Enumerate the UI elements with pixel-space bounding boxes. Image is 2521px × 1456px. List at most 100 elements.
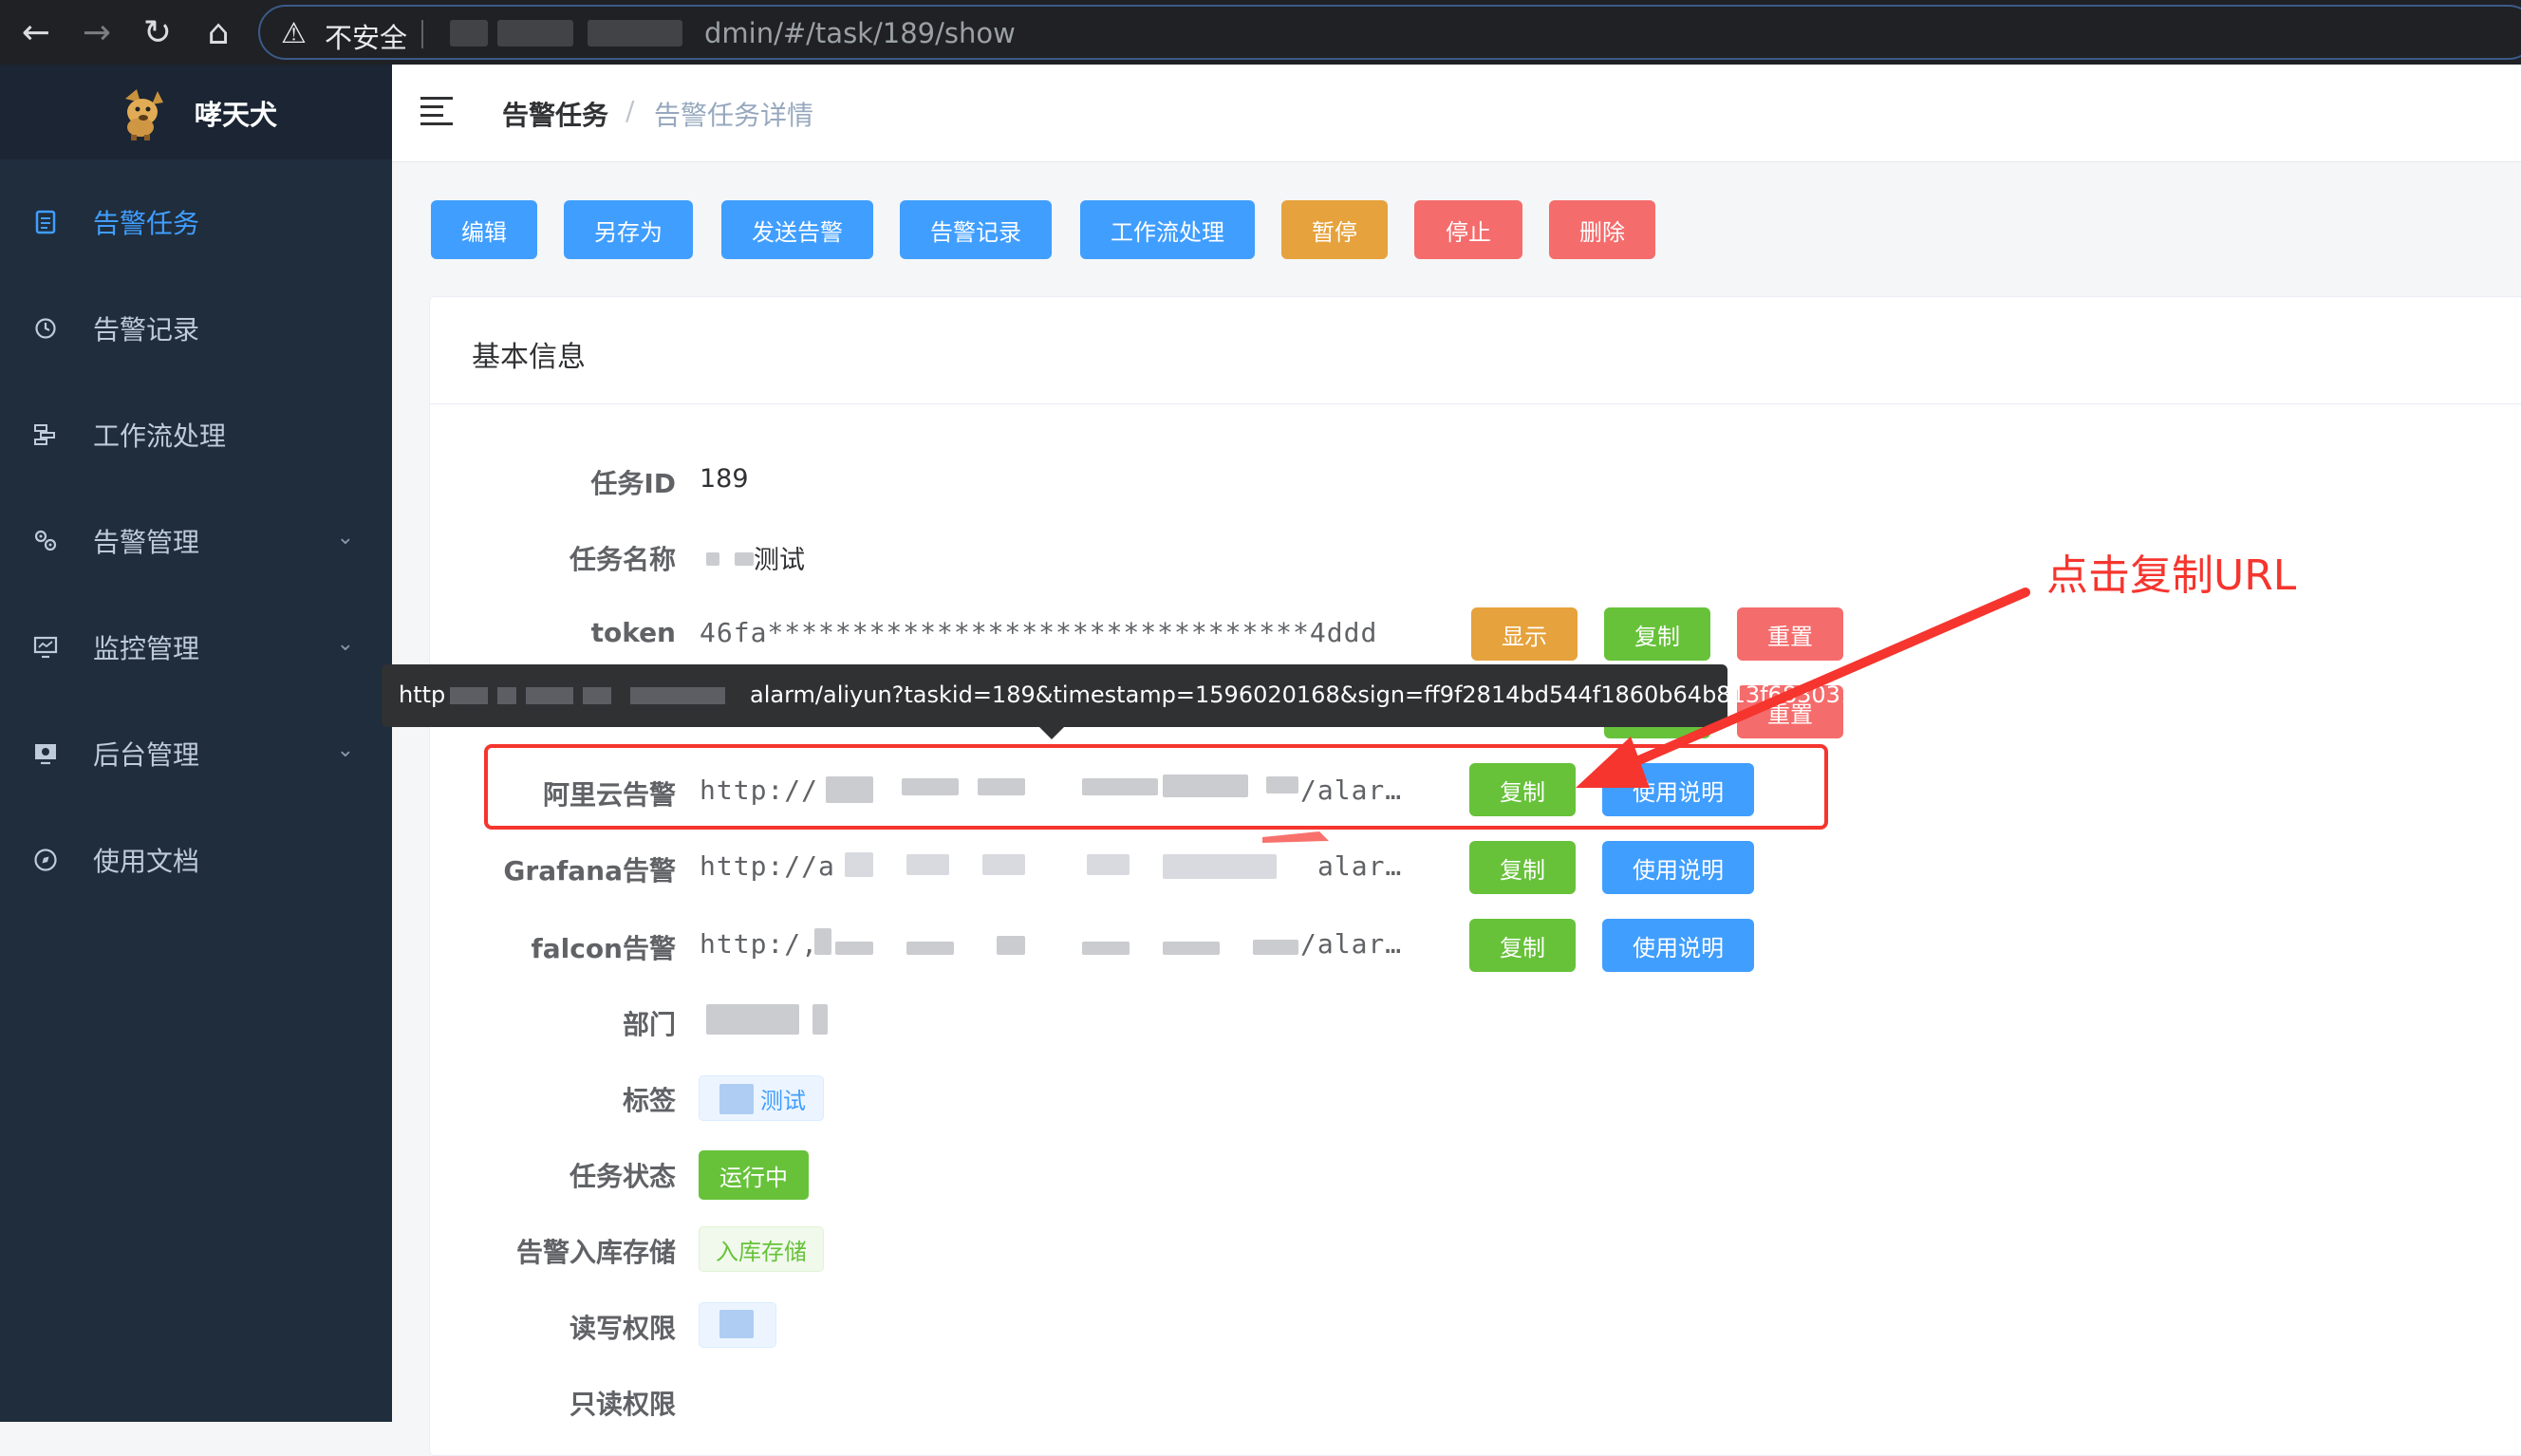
url-tooltip: http alarm/aliyun?taskid=189&timestamp=1… (382, 664, 1855, 727)
edit-button[interactable]: 编辑 (431, 200, 537, 259)
token-label: token (590, 617, 676, 648)
redacted-url (906, 854, 949, 875)
delete-button[interactable]: 删除 (1549, 200, 1655, 259)
highlight-box (484, 744, 1828, 830)
omnibox-divider (421, 20, 423, 48)
redacted-url (835, 942, 873, 955)
storage-badge: 入库存储 (699, 1226, 824, 1272)
menu-toggle-icon[interactable] (420, 97, 453, 125)
department-label: 部门 (622, 1009, 676, 1040)
grafana-url-prefix: http://a (700, 850, 835, 882)
tag-label: 标签 (622, 1085, 676, 1116)
task-status-label: 任务状态 (569, 1161, 676, 1192)
redacted-url (630, 687, 725, 704)
task-id-value: 189 (700, 464, 749, 494)
redacted-tag (719, 1084, 754, 1114)
home-icon[interactable]: ⌂ (194, 8, 243, 57)
redacted-url (1163, 942, 1220, 955)
falcon-usage-button[interactable]: 使用说明 (1602, 919, 1754, 972)
task-id-label: 任务ID (590, 468, 676, 499)
tag-chip: 测试 (699, 1075, 824, 1121)
redacted-text (706, 552, 719, 566)
grafana-alarm-label: Grafana告警 (503, 855, 676, 887)
address-bar[interactable]: ⚠ 不安全 dmin/#/task/189/show (258, 5, 2521, 60)
sidebar-item-label: 后台管理 (93, 739, 200, 771)
alarm-storage-label: 告警入库存储 (515, 1237, 676, 1268)
falcon-alarm-label: falcon告警 (531, 933, 676, 964)
redacted-url (997, 936, 1025, 955)
sidebar-item-label: 告警记录 (93, 314, 200, 345)
redacted-department (812, 1004, 828, 1035)
redacted-url-part (450, 20, 488, 47)
redacted-url (1253, 940, 1298, 955)
browser-toolbar: ← → ↻ ⌂ ⚠ 不安全 dmin/#/task/189/show (0, 0, 2521, 65)
chevron-down-icon: ⌄ (336, 738, 354, 762)
settings-icon (32, 740, 59, 767)
document-icon (32, 209, 59, 235)
grafana-usage-button[interactable]: 使用说明 (1602, 841, 1754, 894)
card-header: 基本信息 (430, 297, 2521, 404)
workflow-button[interactable]: 工作流处理 (1080, 200, 1255, 259)
breadcrumb-separator: / (626, 95, 635, 126)
redacted-url (906, 942, 954, 955)
tag-value: 测试 (760, 1087, 806, 1114)
falcon-url-suffix: /alar… (1300, 928, 1403, 960)
reset-token-button[interactable]: 重置 (1737, 607, 1843, 661)
redacted-url-part (588, 20, 682, 47)
tooltip-arrow (1039, 727, 1064, 739)
redacted-url (982, 854, 1025, 875)
rw-permission-label: 读写权限 (569, 1313, 676, 1344)
redacted-url (526, 687, 573, 704)
dog-logo-icon (125, 89, 163, 140)
app-name: 哮天犬 (195, 99, 278, 131)
redacted-url (450, 687, 488, 704)
forward-arrow-icon[interactable]: → (72, 8, 121, 57)
redacted-url-part (497, 20, 573, 47)
sidebar-item-alarm-records[interactable]: 告警记录 (0, 275, 392, 382)
stop-button[interactable]: 停止 (1414, 200, 1522, 259)
redacted-url (1087, 854, 1130, 875)
save-as-button[interactable]: 另存为 (564, 200, 693, 259)
status-badge: 运行中 (699, 1150, 809, 1200)
pause-button[interactable]: 暂停 (1281, 200, 1388, 259)
token-value: 46fa********************************4ddd (700, 617, 1378, 648)
workflow-icon (32, 421, 59, 448)
send-alarm-button[interactable]: 发送告警 (721, 200, 873, 259)
copy-falcon-url-button[interactable]: 复制 (1469, 919, 1576, 972)
task-name-label: 任务名称 (569, 544, 676, 575)
falcon-url-prefix: http:/, (700, 928, 819, 960)
top-navbar: 告警任务 / 告警任务详情 (392, 65, 2521, 162)
copy-grafana-url-button[interactable]: 复制 (1469, 841, 1576, 894)
show-token-button[interactable]: 显示 (1471, 607, 1578, 661)
annotation-text: 点击复制URL (2046, 551, 2297, 600)
copy-token-button[interactable]: 复制 (1604, 607, 1710, 661)
redacted-department (706, 1004, 799, 1035)
redacted-text (735, 552, 754, 566)
sidebar-item-alarm-task[interactable]: 告警任务 (0, 169, 392, 275)
warning-icon: ⚠ (281, 17, 307, 50)
alarm-records-button[interactable]: 告警记录 (900, 200, 1052, 259)
tooltip-url-text: alarm/aliyun?taskid=189&timestamp=159602… (750, 681, 1856, 708)
breadcrumb-current: 告警任务详情 (654, 100, 814, 131)
grafana-url-suffix: alar… (1317, 850, 1403, 882)
redacted-url (1082, 942, 1130, 955)
insecure-label: 不安全 (325, 22, 408, 54)
redacted-url (1163, 854, 1277, 879)
ro-permission-label: 只读权限 (569, 1389, 676, 1420)
back-arrow-icon[interactable]: ← (11, 8, 61, 57)
tooltip-url-prefix: http (399, 681, 446, 708)
redacted-url (845, 852, 873, 877)
redacted-url (497, 687, 516, 704)
url-text: dmin/#/task/189/show (704, 17, 1016, 49)
reload-icon[interactable]: ↻ (133, 8, 182, 57)
breadcrumb-parent[interactable]: 告警任务 (502, 95, 608, 133)
sidebar-item-label: 告警任务 (93, 208, 200, 239)
task-name-value: 测试 (754, 546, 805, 575)
sidebar: 哮天犬 告警任务 告警记录 工作流处理 告警管理 ⌄ 监控管理 ⌄ 后台管理 ⌄… (0, 65, 392, 1422)
clock-icon (32, 315, 59, 342)
redacted-permission (719, 1310, 754, 1338)
redacted-url (814, 928, 831, 955)
redacted-url (583, 687, 611, 704)
logo-bar[interactable]: 哮天犬 (0, 65, 392, 159)
card-title: 基本信息 (472, 341, 586, 374)
